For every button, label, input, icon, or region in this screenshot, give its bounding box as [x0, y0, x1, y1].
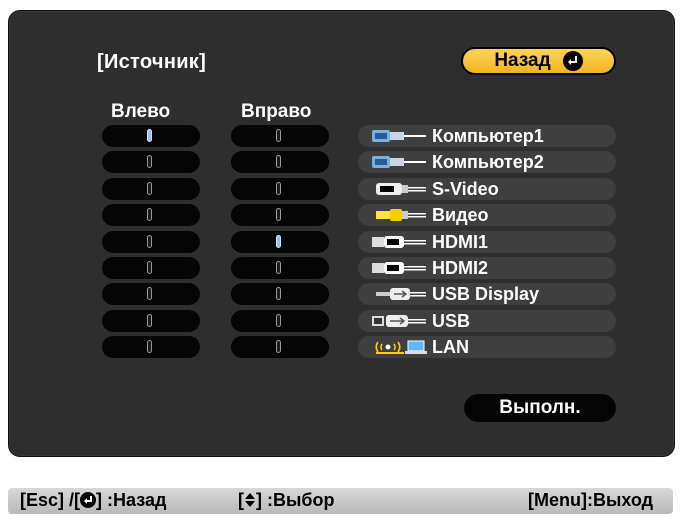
right-slot[interactable] [231, 204, 329, 227]
source-item[interactable]: USB Display [358, 283, 616, 306]
execute-button[interactable]: Выполн. [464, 394, 616, 422]
selected-indicator [147, 129, 152, 142]
enter-icon [562, 51, 583, 71]
wireless-lan-icon [375, 340, 427, 355]
select-hint: [] :Выбор [238, 490, 335, 510]
back-button-label: Назад [494, 50, 551, 71]
hdmi-cable-icon [372, 235, 426, 248]
source-label: HDMI2 [432, 257, 489, 278]
slot-indicator [147, 340, 152, 354]
usb-b-cable-icon [372, 314, 426, 327]
rca-video-cable-icon [376, 209, 426, 222]
left-slot[interactable] [102, 256, 200, 279]
slot-indicator [147, 313, 152, 327]
source-item[interactable]: Видео [358, 204, 616, 227]
right-slot[interactable] [231, 230, 329, 253]
source-label: USB [432, 310, 471, 331]
source-dialog: [Источник] Назад Влево Вправо Компьютер1… [8, 10, 675, 457]
right-slot[interactable] [231, 256, 329, 279]
slot-indicator [276, 313, 281, 327]
page-title: [Источник] [97, 51, 207, 73]
right-slot[interactable] [231, 177, 329, 200]
source-label: Компьютер2 [432, 152, 544, 173]
right-slot[interactable] [231, 125, 329, 147]
source-item[interactable]: Компьютер1 [358, 125, 616, 147]
left-column-heading: Влево [111, 101, 171, 122]
left-slot[interactable] [102, 309, 200, 332]
right-slot[interactable] [231, 309, 329, 332]
source-item[interactable]: Компьютер2 [358, 151, 616, 174]
source-label: USB Display [432, 284, 540, 305]
exit-hint: [Menu]:Выход [528, 490, 654, 510]
left-slot[interactable] [102, 125, 200, 147]
left-slot[interactable] [102, 230, 200, 253]
vga-cable-icon [372, 156, 426, 169]
left-slot[interactable] [102, 177, 200, 200]
selected-indicator [276, 234, 281, 248]
hdmi-cable-icon [372, 261, 426, 274]
usb-cable-icon [376, 288, 426, 301]
right-column-heading: Вправо [241, 101, 312, 122]
source-item[interactable]: HDMI2 [358, 256, 616, 279]
slot-indicator [147, 260, 152, 274]
right-slot[interactable] [231, 151, 329, 174]
slot-indicator [276, 208, 281, 222]
right-slot[interactable] [231, 336, 329, 359]
right-slot[interactable] [231, 283, 329, 306]
source-label: HDMI1 [432, 231, 489, 252]
vga-cable-icon [372, 130, 426, 142]
footer-hints: [Esc] /[] :Назад [] :Выбор [Menu]:Выход [8, 488, 673, 514]
slot-indicator [276, 155, 281, 169]
source-item[interactable]: USB [358, 309, 616, 332]
source-label: S-Video [432, 178, 499, 199]
slot-indicator [276, 260, 281, 274]
up-down-arrow-icon [245, 493, 255, 507]
back-hint: [Esc] /[] :Назад [20, 490, 167, 510]
left-slot[interactable] [102, 283, 200, 306]
enter-icon [80, 492, 97, 508]
slot-indicator [147, 155, 152, 169]
slot-indicator [147, 287, 152, 301]
slot-indicator [276, 287, 281, 301]
left-slot[interactable] [102, 336, 200, 359]
slot-indicator [147, 234, 152, 248]
source-item[interactable]: S-Video [358, 177, 616, 200]
slot-indicator [276, 181, 281, 195]
source-label: Компьютер1 [432, 126, 544, 146]
slot-indicator [276, 129, 281, 142]
source-item[interactable]: LAN [358, 336, 616, 359]
right-slot-column [231, 125, 329, 363]
svideo-cable-icon [376, 182, 426, 195]
slot-indicator [147, 208, 152, 222]
back-button[interactable]: Назад [461, 47, 616, 75]
source-label: Видео [432, 205, 489, 226]
left-slot[interactable] [102, 204, 200, 227]
source-item[interactable]: HDMI1 [358, 230, 616, 253]
left-slot[interactable] [102, 151, 200, 174]
slot-indicator [276, 340, 281, 354]
source-list: Компьютер1 Компьютер2 S-Video Видео HDMI1 HDM… [358, 125, 616, 363]
source-label: LAN [432, 337, 469, 358]
left-slot-column [102, 125, 200, 363]
slot-indicator [147, 181, 152, 195]
